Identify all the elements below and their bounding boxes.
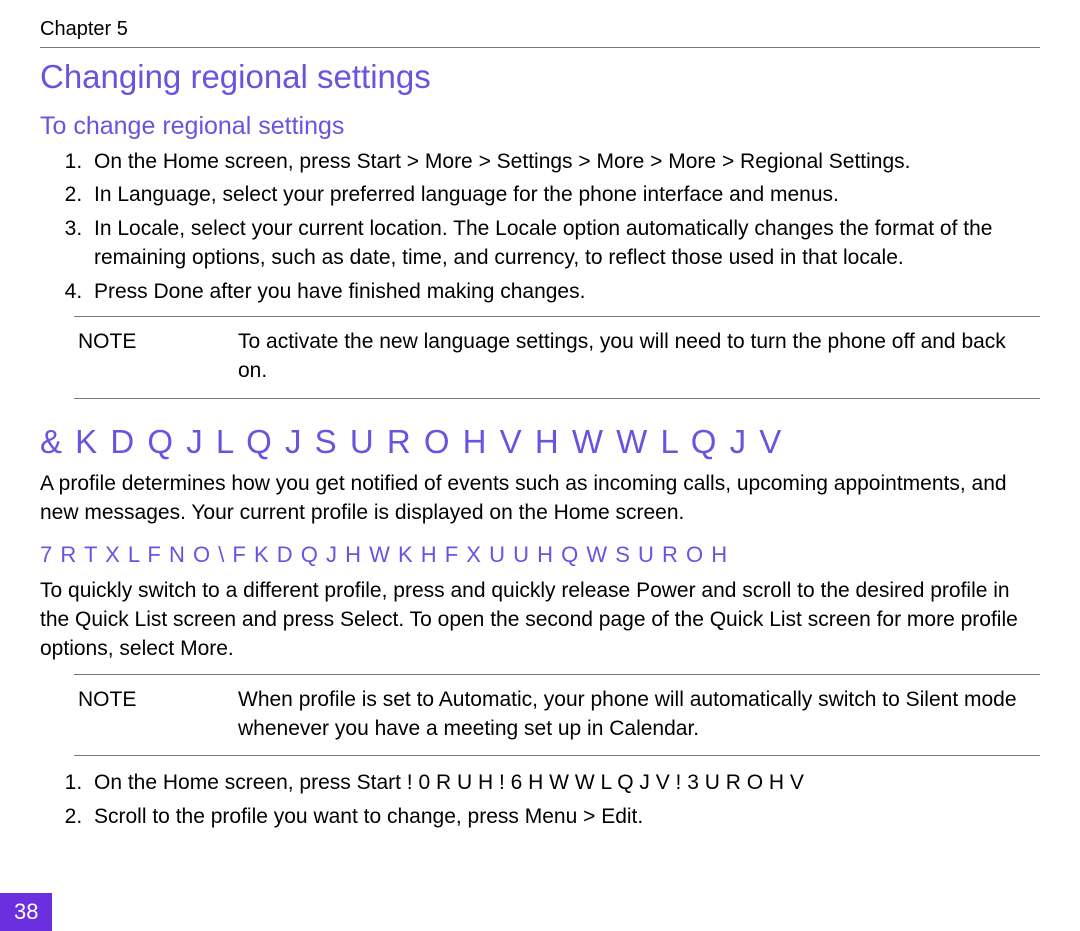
step-item: On the Home screen, press Start ! 0 R U … [88, 768, 1040, 797]
divider [74, 755, 1040, 756]
note-text: To activate the new language settings, y… [238, 327, 1036, 386]
step-list: On the Home screen, press Start > More >… [40, 147, 1040, 306]
divider [74, 398, 1040, 399]
body-paragraph: To quickly switch to a different profile… [40, 576, 1040, 664]
step-item: In Locale, select your current location.… [88, 214, 1040, 273]
page-title: Changing regional settings [40, 58, 1040, 96]
page-number-badge: 38 [0, 893, 52, 931]
manual-page: Chapter 5 Changing regional settings To … [0, 0, 1080, 831]
note-label: NOTE [78, 685, 238, 744]
body-paragraph: A profile determines how you get notifie… [40, 469, 1040, 528]
step-item: Scroll to the profile you want to change… [88, 802, 1040, 831]
note-block: NOTE When profile is set to Automatic, y… [74, 674, 1040, 757]
section-heading: To change regional settings [40, 112, 1040, 141]
note-text: When profile is set to Automatic, your p… [238, 685, 1036, 744]
step-item: On the Home screen, press Start > More >… [88, 147, 1040, 176]
section-heading-scrambled: & K D Q J L Q J S U R O H V H W W L Q J … [40, 423, 1040, 461]
step-item: In Language, select your preferred langu… [88, 180, 1040, 209]
note-block: NOTE To activate the new language settin… [74, 316, 1040, 399]
note-label: NOTE [78, 327, 238, 386]
step-item: Press Done after you have finished makin… [88, 277, 1040, 306]
chapter-label: Chapter 5 [40, 18, 1040, 41]
divider [40, 47, 1040, 48]
subsection-heading-scrambled: 7 R T X L F N O \ F K D Q J H W K H F X … [40, 542, 1040, 568]
step-list: On the Home screen, press Start ! 0 R U … [40, 768, 1040, 831]
